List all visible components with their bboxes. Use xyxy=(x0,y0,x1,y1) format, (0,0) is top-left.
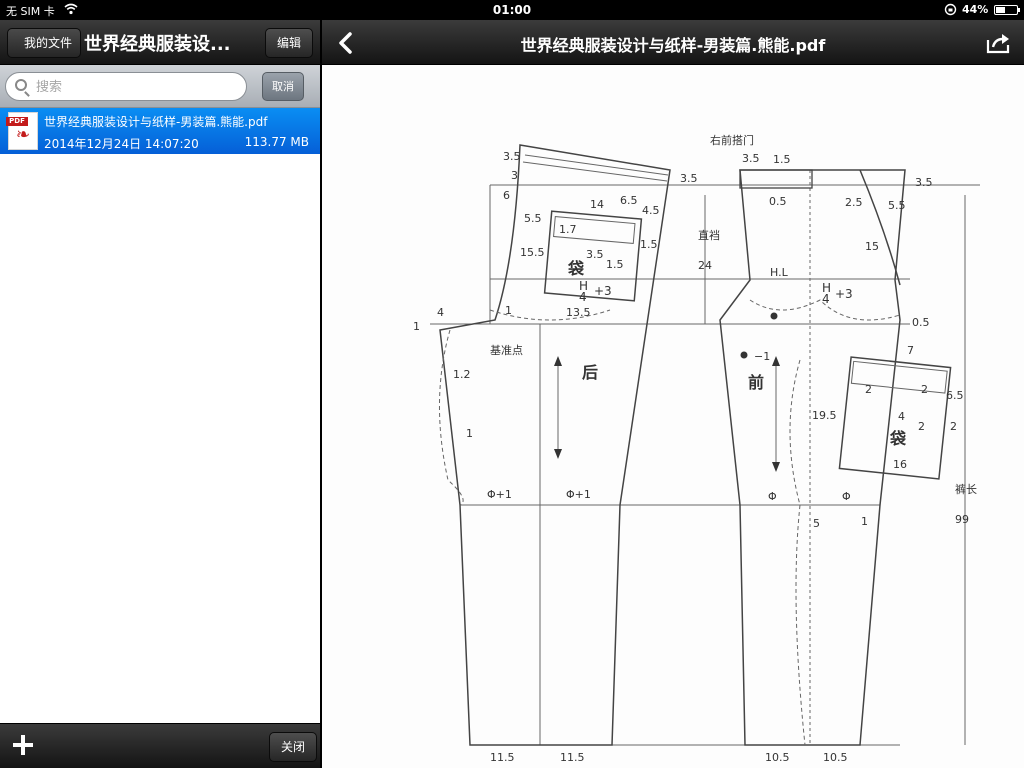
dim-label: 5.5 xyxy=(888,199,906,212)
dim-label: 3.5 xyxy=(915,176,933,189)
dim-label: 1 xyxy=(413,320,420,333)
dim-label: 1 xyxy=(505,304,512,317)
dim-label: Φ+1 xyxy=(566,488,591,501)
dim-label: 3 xyxy=(511,169,518,182)
dim-label: 3.5 xyxy=(503,150,521,163)
dim-label: 3.5 xyxy=(742,152,760,165)
dim-label: 1 xyxy=(466,427,473,440)
fly-label: 右前搭门 xyxy=(710,133,754,147)
dim-label: 1.5 xyxy=(640,238,658,251)
file-size: 113.77 MB xyxy=(244,135,309,149)
dim-label: Φ xyxy=(768,490,777,503)
back-chevron-icon[interactable] xyxy=(336,32,356,54)
file-name: 世界经典服装设计与纸样-男装篇.熊能.pdf xyxy=(44,115,268,129)
fraction-denominator: 4 xyxy=(822,292,830,306)
battery-level xyxy=(996,7,1005,13)
rotation-lock-icon xyxy=(944,3,957,16)
dim-label: 5.5 xyxy=(524,212,542,225)
file-browser-nav-bar: 我的文件 世界经典服装设... 编辑 xyxy=(0,20,320,65)
dim-label: 6.5 xyxy=(946,389,964,402)
my-files-back-button[interactable]: 我的文件 xyxy=(7,28,82,58)
search-input[interactable] xyxy=(36,77,236,97)
status-bar: 无 SIM 卡 01:00 44% xyxy=(0,0,1024,20)
dim-label: 6.5 xyxy=(620,194,638,207)
file-list-item[interactable]: PDF ❧ 世界经典服装设计与纸样-男装篇.熊能.pdf 2014年12月24日… xyxy=(0,108,320,154)
crotch-value: 24 xyxy=(698,259,712,272)
dim-label: 11.5 xyxy=(490,751,515,764)
pdf-page[interactable]: 右前搭门 3.5 1.5 3.5 3 6 3.5 3.5 14 6.5 4.5 … xyxy=(322,65,1024,768)
dim-label: 15.5 xyxy=(520,246,545,259)
dim-label: 4 xyxy=(437,306,444,319)
dim-label: 1.5 xyxy=(606,258,624,271)
search-field[interactable] xyxy=(5,72,247,101)
search-icon xyxy=(15,79,27,91)
dim-label: 3.5 xyxy=(586,248,604,261)
dim-label: 5 xyxy=(813,517,820,530)
file-browser-pane: 我的文件 世界经典服装设... 编辑 取消 PDF ❧ 世界经典服装设计与纸样-… xyxy=(0,20,320,768)
hip-line-label: H.L xyxy=(770,266,789,279)
dim-label: 16 xyxy=(893,458,907,471)
dim-label: 14 xyxy=(590,198,604,211)
trouser-length-value: 99 xyxy=(955,513,969,526)
dim-label: 10.5 xyxy=(765,751,790,764)
dim-label: 1.7 xyxy=(559,223,577,236)
edit-button[interactable]: 编辑 xyxy=(265,28,314,58)
file-browser-toolbar: 关闭 xyxy=(0,723,320,768)
search-bar: 取消 xyxy=(0,65,320,108)
dim-label: 1.5 xyxy=(773,153,791,166)
dim-label: 2 xyxy=(918,420,925,433)
battery-percent: 44% xyxy=(962,3,989,16)
dim-label: 11.5 xyxy=(560,751,585,764)
dim-label: 7 xyxy=(907,344,914,357)
dim-label: 1.2 xyxy=(453,368,471,381)
folder-title: 世界经典服装设... xyxy=(84,34,231,55)
battery-icon xyxy=(994,5,1020,15)
dim-label: 19.5 xyxy=(812,409,837,422)
dim-label: 2.5 xyxy=(845,196,863,209)
dim-label: Φ+1 xyxy=(487,488,512,501)
dim-label: −1 xyxy=(754,350,770,363)
document-viewer-pane: 世界经典服装设计与纸样-男装篇.熊能.pdf 右前搭门 3.5 1.5 3.5 … xyxy=(322,20,1024,768)
file-date: 2014年12月24日 14:07:20 xyxy=(44,137,199,151)
front-pocket-label: 袋 xyxy=(889,429,907,448)
dim-label: 13.5 xyxy=(566,306,591,319)
front-piece-label: 前 xyxy=(748,373,764,392)
fraction-denominator: 4 xyxy=(579,290,587,304)
pdf-file-icon: PDF ❧ xyxy=(6,112,38,150)
trouser-length-label: 裤长 xyxy=(955,482,977,496)
dim-label: 1 xyxy=(861,515,868,528)
dim-label: +3 xyxy=(594,284,612,298)
viewer-nav-bar: 世界经典服装设计与纸样-男装篇.熊能.pdf xyxy=(322,20,1024,65)
back-button-label: 我的文件 xyxy=(24,36,73,50)
dim-label: Φ xyxy=(842,490,851,503)
dim-label: 4.5 xyxy=(642,204,660,217)
dim-label: 3.5 xyxy=(680,172,698,185)
close-button[interactable]: 关闭 xyxy=(269,732,318,762)
add-icon[interactable] xyxy=(10,732,36,758)
dim-label: 6 xyxy=(503,189,510,202)
back-piece-label: 后 xyxy=(582,363,598,382)
share-icon[interactable] xyxy=(986,32,1012,54)
dim-label: 4 xyxy=(898,410,905,423)
dim-label: 2 xyxy=(950,420,957,433)
dim-label: 15 xyxy=(865,240,879,253)
dim-label: 0.5 xyxy=(912,316,930,329)
document-title: 世界经典服装设计与纸样-男装篇.熊能.pdf xyxy=(520,36,826,55)
dim-label: 10.5 xyxy=(823,751,848,764)
reference-point-label: 基准点 xyxy=(490,344,523,357)
dim-label: +3 xyxy=(835,287,853,301)
cancel-button[interactable]: 取消 xyxy=(262,72,304,101)
back-pocket-label: 袋 xyxy=(567,259,585,278)
crotch-label: 直裆 xyxy=(698,228,720,242)
clock: 01:00 xyxy=(492,3,532,17)
acrobat-logo-icon: ❧ xyxy=(15,125,31,145)
dim-label: 0.5 xyxy=(769,195,787,208)
dim-label: 2 xyxy=(865,383,872,396)
dim-label: 2 xyxy=(921,383,928,396)
trouser-pattern-drawing: 右前搭门 3.5 1.5 3.5 3 6 3.5 3.5 14 6.5 4.5 … xyxy=(413,133,980,764)
